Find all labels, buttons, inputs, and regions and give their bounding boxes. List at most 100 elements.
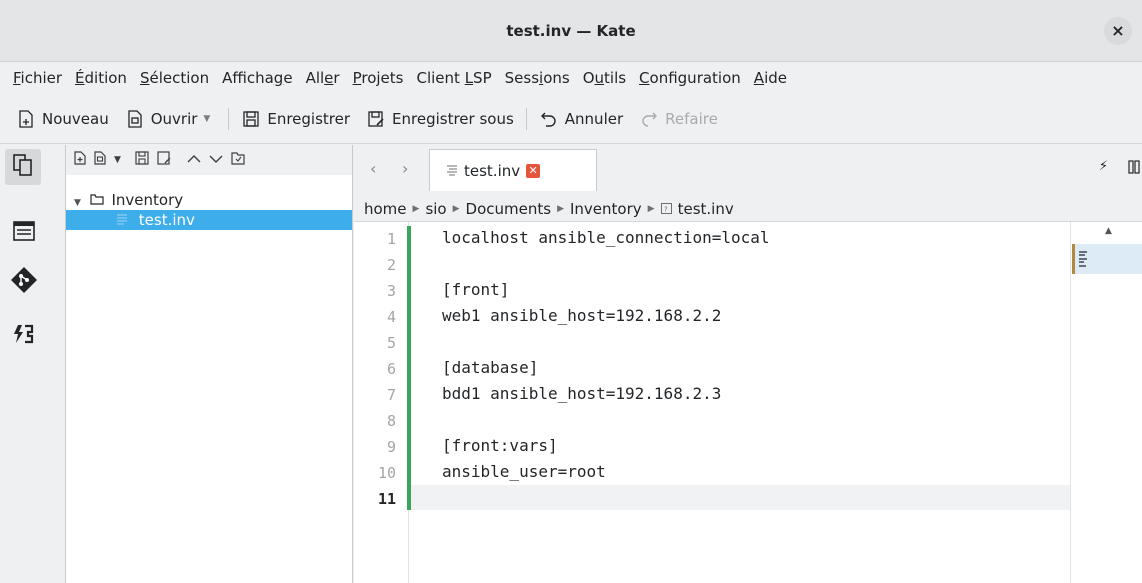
tab-close-icon[interactable]: ✕: [526, 163, 541, 178]
undo-button-label: Annuler: [564, 109, 624, 128]
line-number: 8: [386, 412, 396, 430]
save-icon: [241, 109, 261, 129]
code-line[interactable]: ansible_user=root: [442, 460, 770, 486]
menu-item-2[interactable]: Sélection: [134, 69, 216, 87]
projects-panel-button[interactable]: [8, 217, 40, 249]
main-toolbar: Nouveau Ouvrir ▼ Enregistrer Enregistrer…: [0, 94, 1142, 144]
new-file-icon[interactable]: [74, 151, 86, 169]
redo-icon: [639, 109, 659, 129]
menu-item-4[interactable]: Aller: [300, 69, 347, 87]
code-line[interactable]: bdd1 ansible_host=192.168.2.3: [442, 382, 770, 408]
tree-folder-inventory[interactable]: ▼ Inventory: [66, 190, 352, 210]
tab-label: test.inv: [464, 161, 521, 180]
menu-item-9[interactable]: Configuration: [633, 69, 748, 87]
open-dropdown-arrow-icon[interactable]: ▼: [203, 114, 210, 124]
save-button-label: Enregistrer: [267, 109, 351, 128]
modified-lines-marker: [407, 226, 411, 510]
save-as-file-icon[interactable]: [157, 151, 171, 169]
previous-document-icon[interactable]: [187, 153, 201, 168]
save-as-button[interactable]: Enregistrer sous: [358, 102, 522, 136]
next-document-icon[interactable]: [209, 153, 223, 168]
new-button-label: Nouveau: [42, 109, 109, 128]
git-panel-button[interactable]: [8, 266, 40, 298]
new-document-icon: [16, 109, 36, 129]
redo-button[interactable]: Refaire: [631, 102, 726, 136]
menu-accelerator: A: [753, 69, 765, 87]
close-window-button[interactable]: ×: [1104, 17, 1132, 45]
code-line[interactable]: web1 ansible_host=192.168.2.2: [442, 304, 770, 330]
scroll-up-arrow-icon[interactable]: ▲: [1105, 226, 1112, 236]
code-line[interactable]: [database]: [442, 356, 770, 382]
tree-file-test-inv[interactable]: test.inv: [66, 210, 352, 230]
tree-folder-label: Inventory: [111, 191, 184, 209]
breadcrumb-item[interactable]: sio: [425, 197, 446, 221]
save-file-icon[interactable]: [135, 151, 149, 169]
menu-text: r: [333, 69, 340, 87]
menu-text: e: [283, 69, 293, 87]
breadcrumb-item[interactable]: Documents: [466, 197, 552, 221]
left-sidebar: [0, 145, 66, 583]
open-button[interactable]: Ouvrir ▼: [117, 102, 225, 136]
menu-item-5[interactable]: Projets: [347, 69, 411, 87]
menu-text: tils: [604, 69, 627, 87]
menu-item-7[interactable]: Sessions: [499, 69, 577, 87]
split-view-icon[interactable]: [1128, 160, 1140, 178]
line-number: 10: [377, 464, 396, 482]
menu-item-0[interactable]: Fichier: [7, 69, 69, 87]
minimap-scrollbar[interactable]: ▲: [1070, 222, 1142, 583]
save-as-icon: [366, 109, 386, 129]
menu-text: élection: [149, 69, 210, 87]
menu-text: Afficha: [222, 69, 274, 87]
menu-text: ide: [764, 69, 787, 87]
menu-bar: Fichier Édition Sélection Affichage Aller Pro…: [0, 62, 1142, 94]
code-text[interactable]: localhost ansible_connection=local [front…: [442, 226, 770, 512]
project-panel: ▼ ▼ Inventory test.inv: [66, 145, 353, 583]
new-button[interactable]: Nouveau: [8, 102, 117, 136]
breadcrumb-item[interactable]: Inventory: [570, 197, 642, 221]
code-line[interactable]: [442, 252, 770, 278]
code-line[interactable]: [442, 486, 770, 512]
lsp-panel-button[interactable]: [8, 320, 40, 352]
documents-panel-button[interactable]: [5, 149, 41, 185]
menu-item-1[interactable]: Édition: [69, 69, 134, 87]
minimap-thumb[interactable]: [1072, 244, 1142, 274]
line-number: 2: [386, 256, 396, 274]
code-line[interactable]: localhost ansible_connection=local: [442, 226, 770, 252]
menu-item-6[interactable]: Client LSP: [410, 69, 498, 87]
editor-area[interactable]: 1 2 3 4 5 6 7 8 9 10 11 localhost ansible_connecti…: [354, 221, 1142, 583]
code-line[interactable]: [442, 408, 770, 434]
menu-item-8[interactable]: Outils: [577, 69, 633, 87]
sync-folder-icon[interactable]: [231, 151, 245, 169]
menu-text: All: [305, 69, 325, 87]
collapse-arrow-icon[interactable]: ▼: [74, 198, 81, 208]
git-icon: [10, 266, 38, 298]
documents-icon: [12, 153, 34, 181]
file-type-icon: ?: [660, 197, 672, 221]
text-file-icon: [446, 162, 458, 180]
menu-text: Sess: [504, 69, 540, 87]
open-file-icon[interactable]: [94, 151, 106, 169]
menu-accelerator: F: [13, 69, 21, 87]
code-line[interactable]: [front:vars]: [442, 434, 770, 460]
undo-button[interactable]: Annuler: [531, 102, 631, 136]
tab-forward-arrow-icon[interactable]: ›: [402, 159, 408, 178]
breadcrumb: home ▶ sio ▶ Documents ▶ Inventory ▶? test.inv: [354, 197, 1142, 221]
menu-text: O: [582, 69, 595, 87]
tab-back-arrow-icon[interactable]: ‹: [370, 159, 376, 178]
breadcrumb-item[interactable]: test.inv: [678, 197, 734, 221]
code-line[interactable]: [front]: [442, 278, 770, 304]
save-button[interactable]: Enregistrer: [233, 102, 358, 136]
code-line[interactable]: [442, 330, 770, 356]
line-number: 9: [386, 438, 396, 456]
menu-item-10[interactable]: Aide: [748, 69, 794, 87]
tab-test-inv[interactable]: test.inv ✕: [429, 149, 597, 191]
dropdown-arrow-icon[interactable]: ▼: [114, 155, 121, 165]
lsp-status-icon[interactable]: ⚡: [1099, 159, 1108, 174]
menu-text: ichier: [20, 69, 63, 87]
line-number-gutter: 1 2 3 4 5 6 7 8 9 10 11: [354, 222, 409, 583]
line-number: 6: [386, 360, 396, 378]
project-list-icon: [12, 219, 36, 247]
breadcrumb-item[interactable]: home: [364, 197, 407, 221]
menu-item-3[interactable]: Affichage: [216, 69, 299, 87]
open-document-icon: [125, 109, 145, 129]
